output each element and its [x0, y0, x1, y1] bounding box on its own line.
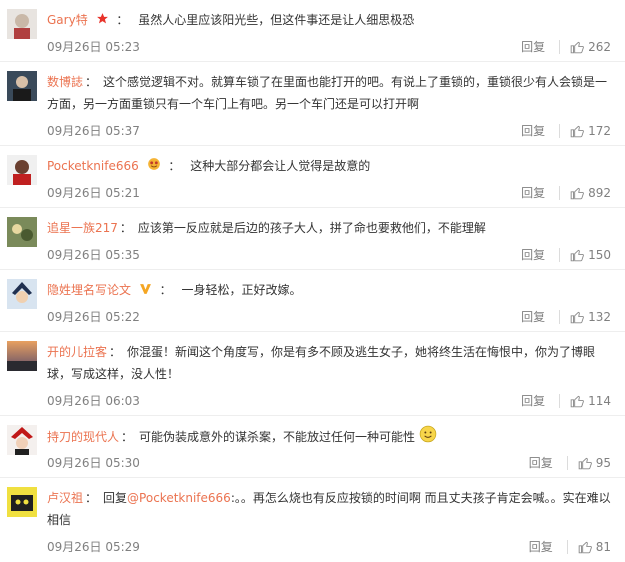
colon: ： [159, 283, 172, 297]
timestamp: 09月26日 05:35 [47, 248, 140, 262]
reply-button[interactable]: 回复 [521, 38, 545, 55]
mention-link[interactable]: @Pocketknife666 [127, 491, 231, 505]
thumb-up-icon [570, 395, 584, 407]
thumb-up-icon [570, 249, 584, 261]
username[interactable]: 卢汉祖 [47, 491, 83, 505]
comment-item: Gary特 ： 虽然人心里应该阳光些，但这件事还是让人细思极恐 09月26日 0… [0, 0, 625, 62]
like-button[interactable]: 132 [570, 310, 611, 324]
username[interactable]: 开的儿拉客 [47, 345, 107, 359]
reply-button[interactable]: 回复 [521, 308, 545, 325]
like-button[interactable]: 262 [570, 40, 611, 54]
comment-text: 应该第一反应就是后边的孩子大人，拼了命也要救他们，不能理解 [137, 221, 486, 235]
colon: ： [109, 345, 122, 359]
comment-text: 一身轻松，正好改嫁。 [181, 283, 302, 297]
avatar[interactable] [7, 71, 37, 101]
comment-item: 开的儿拉客：你混蛋！新闻这个角度写，你是有多不顾及逃生女子，她将终生活在悔恨中，… [0, 332, 625, 416]
like-count: 262 [588, 39, 611, 54]
avatar[interactable] [7, 217, 37, 247]
timestamp: 09月26日 05:21 [47, 186, 140, 200]
timestamp: 09月26日 05:23 [47, 40, 140, 54]
username[interactable]: Pocketknife666 [47, 159, 139, 173]
smile-emoji-icon [419, 425, 437, 450]
reply-button[interactable]: 回复 [529, 538, 553, 555]
comment-text: 可能伪装成意外的谋杀案，不能放过任何一种可能性 [139, 430, 416, 444]
divider [559, 123, 561, 138]
thumb-up-icon [570, 187, 584, 199]
reply-button[interactable]: 回复 [521, 392, 545, 409]
timestamp: 09月26日 05:30 [47, 456, 140, 470]
reply-button[interactable]: 回复 [521, 184, 545, 201]
avatar[interactable] [7, 487, 37, 517]
like-count: 150 [588, 247, 611, 262]
colon: ： [119, 221, 132, 235]
avatar[interactable] [7, 279, 37, 309]
username[interactable]: 追星一族217 [47, 221, 118, 235]
comment-item: 数博誌：这个感觉逻辑不对。就算车锁了在里面也能打开的吧。有说上了重锁的，重锁很少… [0, 62, 625, 146]
avatar[interactable] [7, 425, 37, 455]
username[interactable]: 隐姓埋名写论文 [47, 283, 131, 297]
comment-text: 这种大部分都会让人觉得是故意的 [190, 159, 371, 173]
like-count: 95 [595, 455, 611, 470]
comment-text: 这个感觉逻辑不对。就算车锁了在里面也能打开的吧。有说上了重锁的，重锁很少有人会锁… [47, 75, 608, 111]
like-button[interactable]: 150 [570, 248, 611, 262]
reply-button[interactable]: 回复 [521, 122, 545, 139]
colon: ： [85, 491, 98, 505]
comment-item: 隐姓埋名写论文 ： 一身轻松，正好改嫁。 09月26日 05:22 回复 132 [0, 270, 625, 332]
like-count: 892 [588, 185, 611, 200]
comment-item: Pocketknife666 ： 这种大部分都会让人觉得是故意的 09月26日 … [0, 146, 625, 208]
timestamp: 09月26日 05:22 [47, 310, 140, 324]
thumb-up-icon [570, 125, 584, 137]
comment-item: 持刀的现代人： 可能伪装成意外的谋杀案，不能放过任何一种可能性 09月26日 05… [0, 416, 625, 478]
timestamp: 09月26日 05:37 [47, 124, 140, 138]
gold-face-icon[interactable] [147, 156, 161, 178]
username[interactable]: Gary特 [47, 13, 88, 27]
divider [559, 247, 561, 262]
divider [566, 455, 568, 470]
like-count: 172 [588, 123, 611, 138]
reply-button[interactable]: 回复 [521, 246, 545, 263]
comment-text: 你混蛋！新闻这个角度写，你是有多不顾及逃生女子，她将终生活在悔恨中，你为了博眼球… [47, 345, 596, 381]
like-button[interactable]: 95 [578, 456, 611, 470]
reply-prefix: 回复 [103, 491, 128, 505]
reply-button[interactable]: 回复 [529, 454, 553, 471]
like-button[interactable]: 81 [578, 540, 611, 554]
avatar[interactable] [7, 341, 37, 371]
thumb-up-icon [570, 41, 584, 53]
thumb-up-icon [578, 541, 592, 553]
avatar[interactable] [7, 9, 37, 39]
like-button[interactable]: 892 [570, 186, 611, 200]
yellow-v-icon[interactable] [139, 280, 152, 302]
colon: ： [168, 159, 181, 173]
thumb-up-icon [570, 311, 584, 323]
username[interactable]: 持刀的现代人 [47, 430, 119, 444]
divider [559, 39, 561, 54]
colon: ： [121, 430, 134, 444]
comment-item: 追星一族217： 应该第一反应就是后边的孩子大人，拼了命也要救他们，不能理解 09… [0, 208, 625, 270]
like-count: 81 [595, 539, 611, 554]
comment-item: 卢汉祖：回复@Pocketknife666:。。再怎么烧也有反应按锁的时间啊 而… [0, 478, 625, 562]
timestamp: 09月26日 06:03 [47, 394, 140, 408]
comment-list: Gary特 ： 虽然人心里应该阳光些，但这件事还是让人细思极恐 09月26日 0… [0, 0, 625, 562]
colon: ： [85, 75, 98, 89]
like-button[interactable]: 114 [570, 394, 611, 408]
divider [559, 309, 561, 324]
like-count: 132 [588, 309, 611, 324]
red-star-icon[interactable] [96, 10, 109, 32]
colon: ： [116, 13, 129, 27]
timestamp: 09月26日 05:29 [47, 540, 140, 554]
like-count: 114 [588, 393, 611, 408]
username[interactable]: 数博誌 [47, 75, 83, 89]
avatar[interactable] [7, 155, 37, 185]
divider [566, 539, 568, 554]
like-button[interactable]: 172 [570, 124, 611, 138]
thumb-up-icon [578, 457, 592, 469]
comment-text: 虽然人心里应该阳光些，但这件事还是让人细思极恐 [138, 13, 415, 27]
divider [559, 185, 561, 200]
divider [559, 393, 561, 408]
